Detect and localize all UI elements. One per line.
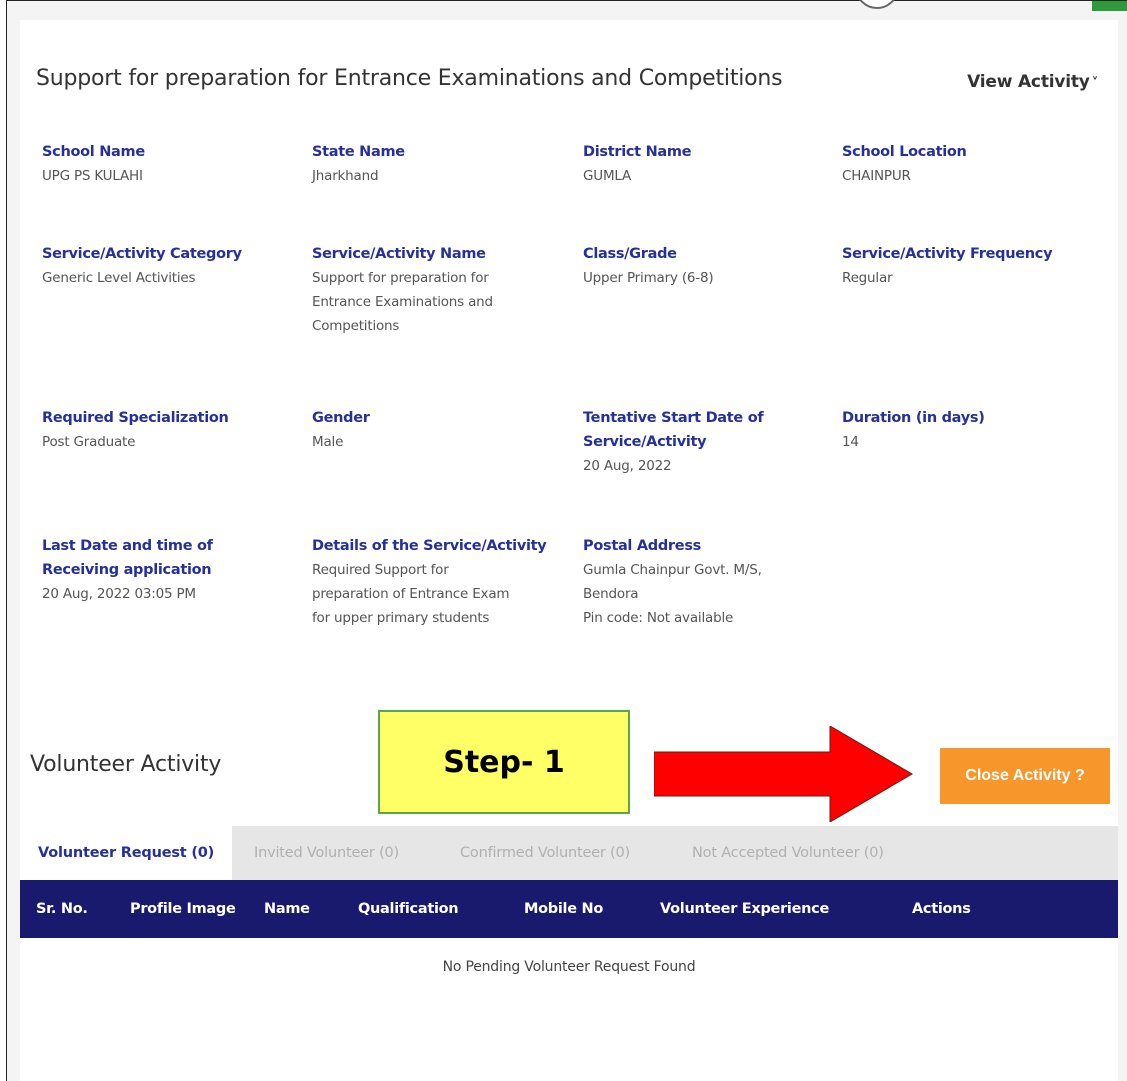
- tab-not-accepted-volunteer[interactable]: Not Accepted Volunteer (0): [674, 826, 902, 880]
- view-activity-toggle[interactable]: View Activity ˅: [967, 72, 1098, 92]
- top-green-decoration: [1092, 1, 1127, 11]
- field-value: GUMLA: [583, 168, 632, 184]
- field-gender: Gender Male: [312, 406, 562, 454]
- field-last-date: Last Date and time of Receiving applicat…: [42, 534, 292, 606]
- volunteer-activity-title: Volunteer Activity: [30, 752, 222, 777]
- field-value: Jharkhand: [312, 168, 379, 184]
- field-value: Post Graduate: [42, 434, 136, 450]
- field-label: Service/Activity Name: [312, 246, 486, 262]
- step-annotation: Step- 1: [378, 710, 630, 814]
- field-postal-address: Postal Address Gumla Chainpur Govt. M/S,…: [583, 534, 833, 630]
- field-label: Postal Address: [583, 538, 701, 554]
- field-school-name: School Name UPG PS KULAHI: [42, 140, 292, 188]
- empty-table-message: No Pending Volunteer Request Found: [442, 959, 696, 975]
- field-value: Support for preparation for Entrance Exa…: [312, 270, 493, 334]
- table-header: Sr. No. Profile Image Name Qualification…: [20, 880, 1118, 938]
- field-label: Class/Grade: [583, 246, 677, 262]
- field-label: Last Date and time of Receiving applicat…: [42, 538, 213, 578]
- field-label: Gender: [312, 410, 370, 426]
- tab-volunteer-request[interactable]: Volunteer Request (0): [20, 826, 233, 880]
- step-label: Step- 1: [443, 744, 565, 780]
- field-required-specialization: Required Specialization Post Graduate: [42, 406, 292, 454]
- column-header-actions: Actions: [912, 901, 971, 917]
- field-school-location: School Location CHAINPUR: [842, 140, 1092, 188]
- field-label: School Location: [842, 144, 967, 160]
- field-value: 20 Aug, 2022: [583, 458, 672, 474]
- field-label: State Name: [312, 144, 405, 160]
- field-district-name: District Name GUMLA: [583, 140, 833, 188]
- field-label: Service/Activity Category: [42, 246, 242, 262]
- column-header-qualification: Qualification: [358, 901, 459, 917]
- field-value: 14: [842, 434, 859, 450]
- field-label: Details of the Service/Activity: [312, 538, 547, 554]
- field-label: School Name: [42, 144, 145, 160]
- close-activity-button[interactable]: Close Activity ?: [940, 748, 1110, 804]
- field-value: Male: [312, 434, 344, 450]
- tab-invited-volunteer[interactable]: Invited Volunteer (0): [236, 826, 417, 880]
- field-activity-frequency: Service/Activity Frequency Regular: [842, 242, 1092, 290]
- field-activity-details: Details of the Service/Activity Required…: [312, 534, 562, 630]
- field-value: Generic Level Activities: [42, 270, 196, 286]
- right-arrow-icon: [654, 726, 913, 822]
- field-value: Regular: [842, 270, 893, 286]
- tab-confirmed-volunteer[interactable]: Confirmed Volunteer (0): [442, 826, 648, 880]
- column-header-mobile-no: Mobile No: [524, 901, 603, 917]
- field-label: District Name: [583, 144, 692, 160]
- column-header-profile-image: Profile Image: [130, 901, 236, 917]
- field-duration: Duration (in days) 14: [842, 406, 1092, 454]
- activity-title: Support for preparation for Entrance Exa…: [36, 66, 783, 91]
- field-value: 20 Aug, 2022 03:05 PM: [42, 586, 196, 602]
- top-circle-decoration: [855, 0, 899, 9]
- field-state-name: State Name Jharkhand: [312, 140, 562, 188]
- field-label: Duration (in days): [842, 410, 985, 426]
- field-value: CHAINPUR: [842, 168, 911, 184]
- column-header-volunteer-experience: Volunteer Experience: [660, 901, 829, 917]
- field-value: UPG PS KULAHI: [42, 168, 143, 184]
- field-class-grade: Class/Grade Upper Primary (6-8): [583, 242, 833, 290]
- field-value: Required Support for preparation of Entr…: [312, 562, 510, 626]
- volunteer-tabs: Volunteer Request (0) Invited Volunteer …: [20, 826, 1118, 880]
- field-label: Required Specialization: [42, 410, 229, 426]
- view-activity-label: View Activity: [967, 72, 1090, 92]
- field-label: Service/Activity Frequency: [842, 246, 1053, 262]
- field-value: Upper Primary (6-8): [583, 270, 714, 286]
- field-tentative-start-date: Tentative Start Date of Service/Activity…: [583, 406, 833, 478]
- field-label: Tentative Start Date of Service/Activity: [583, 410, 764, 450]
- chevron-down-icon: ˅: [1091, 76, 1099, 91]
- column-header-name: Name: [264, 901, 310, 917]
- activity-details-card: Support for preparation for Entrance Exa…: [20, 20, 1118, 716]
- field-value: Gumla Chainpur Govt. M/S, Bendora Pin co…: [583, 562, 762, 626]
- field-activity-category: Service/Activity Category Generic Level …: [42, 242, 292, 290]
- column-header-sr-no: Sr. No.: [36, 901, 88, 917]
- field-activity-name: Service/Activity Name Support for prepar…: [312, 242, 562, 338]
